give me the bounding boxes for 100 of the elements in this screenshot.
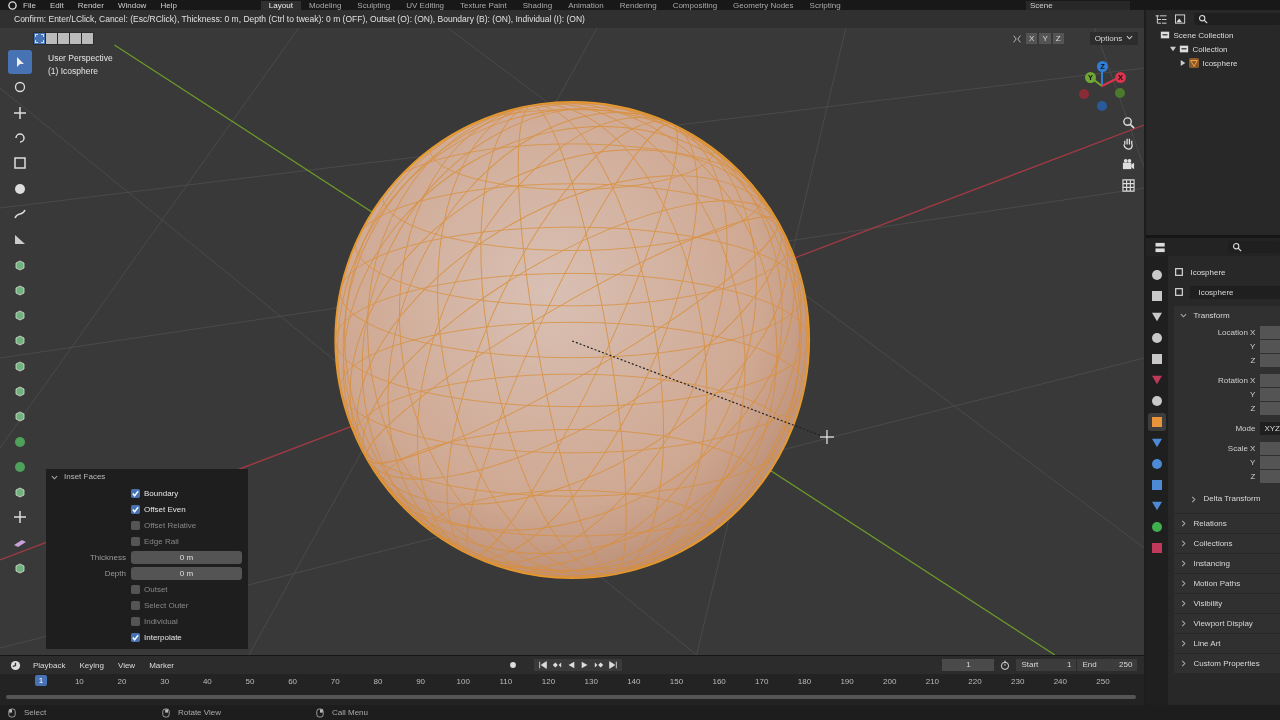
workspace-tab[interactable]: Shading: [514, 0, 561, 10]
number-field[interactable]: [1260, 325, 1280, 339]
menu-item[interactable]: Help: [160, 0, 177, 10]
timeline-menu[interactable]: View: [117, 660, 136, 670]
checkbox-label[interactable]: Individual: [144, 616, 178, 626]
panel-title[interactable]: Relations: [1193, 514, 1227, 533]
play-reverse-icon[interactable]: [566, 660, 577, 670]
jump-end-icon[interactable]: [608, 660, 619, 670]
number-field[interactable]: [1260, 373, 1280, 387]
mirror-icon[interactable]: [1012, 33, 1023, 44]
number-field[interactable]: [1260, 469, 1280, 483]
checkbox-label[interactable]: Interpolate: [144, 632, 182, 642]
number-field[interactable]: [1260, 339, 1280, 353]
number-field[interactable]: 0 m: [131, 566, 242, 580]
menu-item[interactable]: Edit: [49, 0, 64, 10]
menu-item[interactable]: File: [23, 0, 36, 10]
checkbox[interactable]: [131, 520, 140, 530]
workspace-tab[interactable]: Compositing: [664, 0, 726, 10]
current-frame-field[interactable]: 1: [942, 659, 995, 671]
object-selector[interactable]: [1174, 287, 1185, 297]
end-frame-field[interactable]: End 250: [1077, 659, 1138, 671]
checkbox-label[interactable]: Edge Rail: [144, 536, 179, 546]
number-field[interactable]: [1260, 455, 1280, 469]
number-field[interactable]: [1260, 401, 1280, 415]
panel-title[interactable]: Instancing: [1193, 554, 1230, 573]
chevron-icon[interactable]: [1180, 540, 1188, 547]
checkbox[interactable]: [131, 616, 140, 626]
stopwatch-icon[interactable]: [1000, 660, 1011, 670]
chevron-icon[interactable]: [1180, 520, 1188, 527]
outliner-item[interactable]: Scene Collection: [1173, 30, 1234, 40]
zoom-icon[interactable]: [1122, 116, 1136, 129]
jump-start-icon[interactable]: [538, 660, 549, 670]
clock-icon[interactable]: [10, 659, 21, 671]
rotation-mode-dropdown[interactable]: XYZ: [1260, 421, 1280, 435]
chevron-icon[interactable]: [1190, 495, 1198, 503]
chevron-icon[interactable]: [1180, 580, 1188, 587]
checkbox[interactable]: [131, 600, 140, 610]
chevron-icon[interactable]: [1180, 560, 1188, 567]
prev-keyframe-icon[interactable]: [552, 660, 563, 670]
next-keyframe-icon[interactable]: [594, 660, 605, 670]
scene-field[interactable]: Scene: [1026, 0, 1130, 10]
checkbox[interactable]: [131, 536, 140, 546]
workspace-tab[interactable]: UV Editing: [398, 0, 453, 10]
axis-toggle[interactable]: Z: [1052, 33, 1064, 44]
axis-toggle[interactable]: Y: [1039, 33, 1051, 44]
number-field[interactable]: [1260, 441, 1280, 455]
workspace-tab[interactable]: Modeling: [300, 0, 350, 10]
workspace-tab[interactable]: Sculpting: [349, 0, 399, 10]
workspace-tab[interactable]: Animation: [560, 0, 612, 10]
search-field[interactable]: [1194, 13, 1280, 25]
checkbox[interactable]: [131, 488, 140, 498]
panel-title[interactable]: Line Art: [1193, 634, 1221, 653]
expand-arrow-icon[interactable]: [1180, 60, 1187, 66]
scrollbar[interactable]: [6, 695, 1137, 699]
workspace-tab[interactable]: Layout: [260, 0, 301, 10]
search-field[interactable]: [1228, 241, 1280, 253]
chevron-icon[interactable]: [1180, 312, 1188, 319]
panel-title[interactable]: Transform: [1193, 306, 1230, 325]
number-field[interactable]: [1260, 353, 1280, 367]
outliner-item[interactable]: Collection: [1192, 44, 1228, 54]
axis-toggle[interactable]: X: [1026, 33, 1038, 44]
checkbox-label[interactable]: Offset Even: [144, 504, 186, 514]
display-mode-icon[interactable]: [1154, 13, 1169, 25]
workspace-tab[interactable]: Geometry Nodes: [725, 0, 802, 10]
chevron-icon[interactable]: [1180, 640, 1188, 647]
checkbox[interactable]: [131, 504, 140, 514]
tool-button[interactable]: [8, 50, 32, 75]
grid-icon[interactable]: [1122, 179, 1136, 192]
workspace-tab[interactable]: Rendering: [611, 0, 665, 10]
chevron-icon[interactable]: [1180, 660, 1188, 667]
workspace-tab[interactable]: Texture Paint: [452, 0, 515, 10]
camera-icon[interactable]: [1122, 158, 1136, 171]
chevron-icon[interactable]: [1180, 600, 1188, 607]
timeline-menu[interactable]: Marker: [149, 660, 175, 670]
checkbox-label[interactable]: Offset Relative: [144, 520, 197, 530]
checkbox-label[interactable]: Boundary: [144, 488, 179, 498]
number-field[interactable]: 0 m: [131, 550, 242, 564]
panel-title[interactable]: Motion Paths: [1193, 574, 1241, 593]
menu-item[interactable]: Window: [117, 0, 147, 10]
hand-icon[interactable]: [1122, 137, 1136, 150]
properties-tab[interactable]: [1148, 413, 1167, 431]
number-field[interactable]: [1260, 387, 1280, 401]
timeline-menu[interactable]: Playback: [33, 660, 66, 670]
select-mode-button[interactable]: [34, 33, 45, 44]
panel-title[interactable]: Collections: [1193, 534, 1233, 553]
checkbox-label[interactable]: Select Outer: [144, 600, 189, 610]
checkbox-label[interactable]: Outset: [144, 584, 168, 594]
chevron-icon[interactable]: [51, 473, 58, 481]
start-frame-field[interactable]: Start 1: [1016, 659, 1077, 671]
expand-arrow-icon[interactable]: [1170, 46, 1177, 52]
panel-title[interactable]: Viewport Display: [1193, 614, 1253, 633]
panel-title[interactable]: Visibility: [1193, 594, 1223, 613]
panel-title[interactable]: Custom Properties: [1193, 654, 1260, 673]
object-name-field[interactable]: Icosphere: [1190, 285, 1280, 299]
menu-item[interactable]: Render: [77, 0, 104, 10]
workspace-tab[interactable]: Scripting: [801, 0, 849, 10]
record-icon[interactable]: [508, 660, 519, 670]
panel-title[interactable]: Inset Faces: [64, 469, 106, 485]
checkbox[interactable]: [131, 632, 140, 642]
playhead[interactable]: 1: [35, 675, 47, 686]
